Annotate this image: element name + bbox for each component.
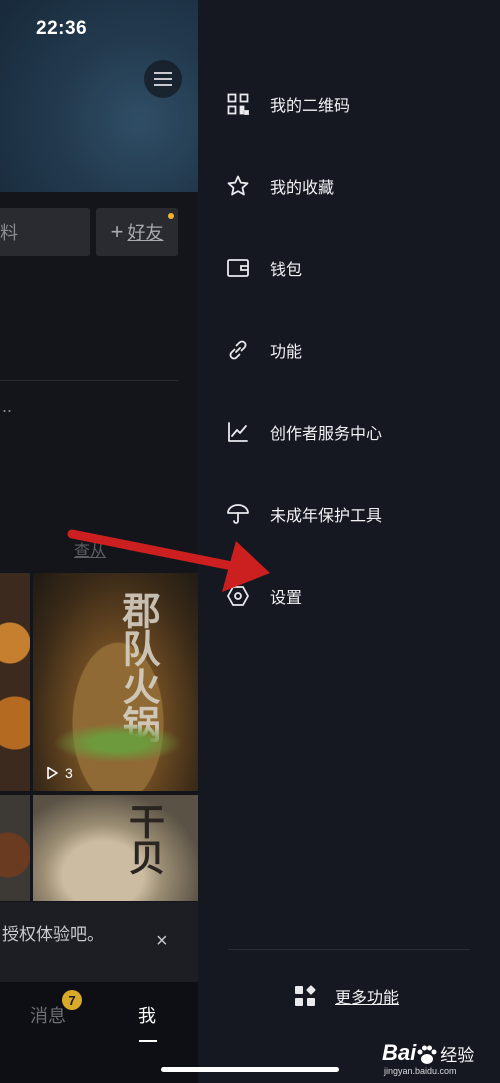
menu-item-minor-protection[interactable]: 未成年保护工具 xyxy=(226,494,476,534)
add-friend-label: 好友 xyxy=(127,223,164,243)
baidu-jingyan-watermark: Bai 经验 jingyan.baidu.com xyxy=(382,1040,475,1076)
menu-item-label: 设置 xyxy=(270,590,303,607)
edit-profile-chip[interactable]: 料 xyxy=(0,208,90,256)
menu-item-functions[interactable]: 功能 xyxy=(226,330,476,370)
star-icon xyxy=(226,174,250,198)
menu-item-label: 我的收藏 xyxy=(270,180,335,197)
status-time: 22:36 xyxy=(36,18,88,39)
background-profile-page: 料 + 好友 .. 查从 郡队火锅 3 干贝 授权体验吧。 × 消息 7 我 xyxy=(0,0,198,1083)
menu-item-settings[interactable]: 设置 xyxy=(226,576,476,616)
menu-item-wallet[interactable]: 钱包 xyxy=(226,248,476,288)
active-tab-indicator xyxy=(139,1040,157,1042)
notification-dot xyxy=(168,213,174,219)
menu-item-label: 功能 xyxy=(270,344,303,361)
bio-ellipsis: .. xyxy=(2,396,13,416)
paw-icon xyxy=(417,1045,437,1064)
tab-messages[interactable]: 消息 xyxy=(30,1002,66,1028)
play-count: 3 xyxy=(45,765,73,781)
play-icon xyxy=(47,766,58,780)
hamburger-menu-button[interactable] xyxy=(144,60,182,98)
apps-grid-icon xyxy=(293,984,317,1008)
video-thumbnail[interactable]: 干贝 xyxy=(33,795,198,901)
play-count-value: 3 xyxy=(65,765,73,781)
umbrella-icon xyxy=(226,502,250,526)
menu-item-creator-center[interactable]: 创作者服务中心 xyxy=(226,412,476,452)
video-thumbnail[interactable] xyxy=(0,573,30,791)
tab-me[interactable]: 我 xyxy=(138,1002,156,1028)
hamburger-icon xyxy=(154,72,172,86)
divider xyxy=(0,380,178,381)
menu-item-label: 我的二维码 xyxy=(270,98,351,115)
link-icon xyxy=(226,338,250,362)
thumbnail-calligraphy: 郡队火锅 xyxy=(116,591,161,743)
chart-icon xyxy=(226,420,250,444)
drawer-divider xyxy=(228,949,470,950)
menu-item-qr-code[interactable]: 我的二维码 xyxy=(226,84,476,124)
edit-profile-label: 料 xyxy=(0,223,18,243)
wallet-icon xyxy=(226,256,250,280)
side-drawer-menu: 我的二维码 我的收藏 钱包 功能 创作者服务中心 未成年保护工具 设置 更多功能 xyxy=(161,0,500,1083)
watermark-brand: Bai xyxy=(382,1040,417,1065)
thumbnail-calligraphy: 干贝 xyxy=(123,803,165,875)
toast-text: 授权体验吧。 xyxy=(2,925,104,944)
profile-header-banner xyxy=(0,0,198,192)
menu-item-favorites[interactable]: 我的收藏 xyxy=(226,166,476,206)
add-friend-button[interactable]: + 好友 xyxy=(96,208,178,256)
view-link[interactable]: 查从 xyxy=(74,537,106,561)
plus-icon: + xyxy=(110,219,124,244)
qr-code-icon xyxy=(226,92,250,116)
menu-item-label: 钱包 xyxy=(270,262,303,279)
more-functions-label: 更多功能 xyxy=(335,990,400,1007)
watermark-suffix: 经验 xyxy=(440,1046,475,1065)
authorization-toast: 授权体验吧。 × xyxy=(0,902,198,982)
video-thumbnail[interactable] xyxy=(0,795,30,901)
message-count-badge: 7 xyxy=(62,990,82,1010)
menu-item-label: 未成年保护工具 xyxy=(270,508,383,525)
thumbnail-garnish xyxy=(53,723,183,763)
home-indicator[interactable] xyxy=(161,1067,339,1072)
video-thumbnail[interactable]: 郡队火锅 3 xyxy=(33,573,198,791)
menu-item-label: 创作者服务中心 xyxy=(270,426,383,443)
close-icon[interactable]: × xyxy=(156,930,168,953)
watermark-url: jingyan.baidu.com xyxy=(384,1066,457,1076)
settings-hexagon-icon xyxy=(226,584,250,608)
more-functions-button[interactable]: 更多功能 xyxy=(293,984,399,1008)
